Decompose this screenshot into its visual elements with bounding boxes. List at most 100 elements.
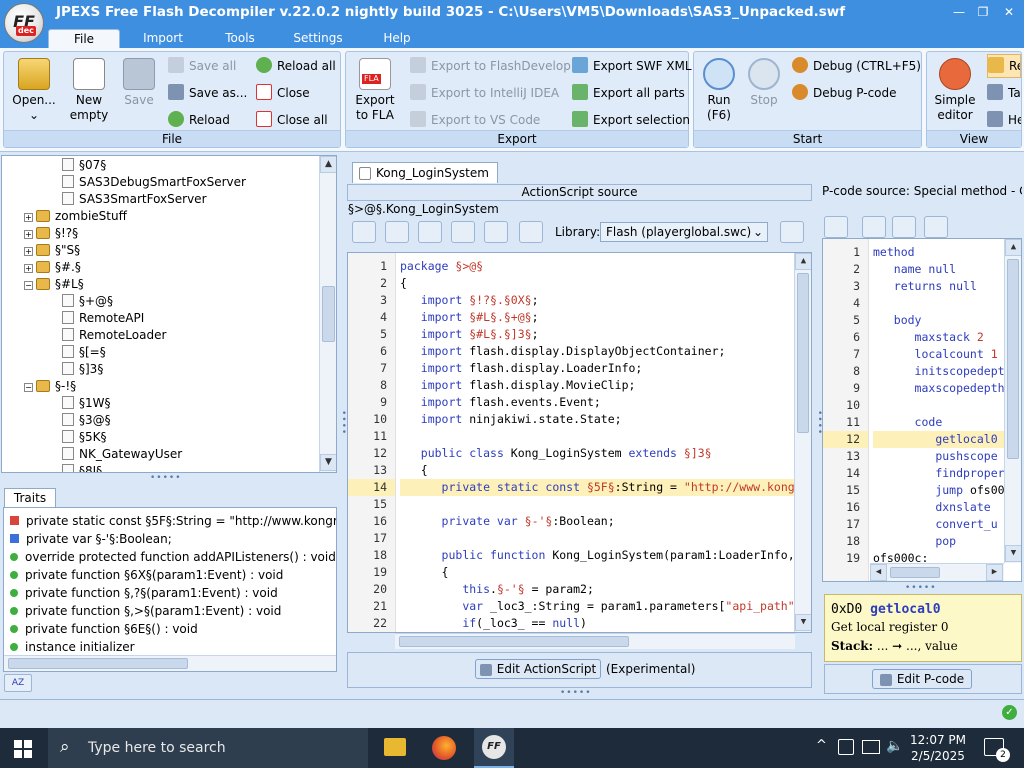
tree-item[interactable]: §07§ xyxy=(62,157,106,174)
code-line[interactable] xyxy=(400,496,794,513)
scroll-down-icon[interactable]: ▼ xyxy=(795,614,811,631)
tree-item[interactable]: §1W§ xyxy=(62,395,111,412)
split-handle-left[interactable]: ••••• xyxy=(150,473,182,483)
code-line[interactable] xyxy=(873,397,1004,414)
view-tag-list-button[interactable]: Ta xyxy=(987,83,1021,103)
close-file-button[interactable]: Close xyxy=(256,83,310,103)
trait-item[interactable]: override protected function addAPIListen… xyxy=(10,548,336,566)
tree-item[interactable]: − §-!§ xyxy=(24,378,76,395)
trait-item[interactable]: instance initializer xyxy=(10,638,135,656)
firefox-icon[interactable] xyxy=(432,736,456,760)
chevron-up-icon[interactable]: ^ xyxy=(816,738,827,753)
tree-item[interactable]: + §"S§ xyxy=(24,242,80,259)
volume-muted-icon[interactable]: 🔈 xyxy=(886,738,903,754)
tab-traits[interactable]: Traits xyxy=(4,488,56,508)
pcode-hscroll-thumb[interactable] xyxy=(890,567,940,578)
debug-pcode-button[interactable]: Debug P-code xyxy=(792,83,897,103)
tree-item[interactable]: SAS3SmartFoxServer xyxy=(62,191,207,208)
code-line[interactable]: pop xyxy=(873,533,1004,550)
code-line[interactable]: convert_u xyxy=(873,516,1004,533)
new-empty-button[interactable]: New empty xyxy=(64,58,114,123)
deff-push-icon[interactable] xyxy=(862,216,886,238)
save-as-button[interactable]: Save as... xyxy=(168,83,247,103)
trait-item[interactable]: private static const §5F§:String = "http… xyxy=(10,512,336,530)
export-all-parts-button[interactable]: Export all parts xyxy=(572,83,685,103)
code-line[interactable]: maxscopedepth xyxy=(873,380,1004,397)
tree-item[interactable]: + §!?§ xyxy=(24,225,78,242)
code-line[interactable]: pushscope xyxy=(873,448,1004,465)
debug-button[interactable]: Debug (CTRL+F5) xyxy=(792,56,921,76)
clock[interactable]: 12:07 PM 2/5/2025 xyxy=(906,732,970,764)
code-line[interactable]: localcount 1 xyxy=(873,346,1004,363)
tree-item[interactable]: §8I§ xyxy=(62,463,102,472)
traits-hscroll[interactable] xyxy=(4,655,336,671)
pcode-code[interactable]: method name null returns null body maxst… xyxy=(870,239,1004,563)
code-line[interactable]: code xyxy=(873,414,1004,431)
tree-item[interactable]: + §#.§ xyxy=(24,259,81,276)
tree-scroll-thumb[interactable] xyxy=(322,286,335,342)
reload-all-button[interactable]: Reload all xyxy=(256,56,336,76)
code-line[interactable]: var _loc3_:String = param1.parameters["a… xyxy=(400,598,794,615)
expand-icon[interactable]: + xyxy=(24,247,33,256)
code-line[interactable]: { xyxy=(400,462,794,479)
network-icon[interactable] xyxy=(862,740,880,754)
scroll-down-icon[interactable]: ▼ xyxy=(1005,545,1021,562)
code-line[interactable]: name null xyxy=(873,261,1004,278)
graph-icon[interactable] xyxy=(484,221,508,243)
actionscript-editor[interactable]: 1 2 3 4 5 6 7 8 9 10 11 12 13 14 15 16 17 18 19 20 21 22 pack… xyxy=(347,252,812,633)
code-line[interactable]: package §>@§ xyxy=(400,258,794,275)
tree-vscroll[interactable]: ▲ ▼ xyxy=(319,156,336,472)
code-line[interactable]: { xyxy=(400,564,794,581)
code-line[interactable]: maxstack 2 xyxy=(873,329,1004,346)
tree-item[interactable]: + zombieStuff xyxy=(24,208,127,225)
minimize-button[interactable]: — xyxy=(948,3,970,21)
simple-editor-button[interactable]: Simple editor xyxy=(929,58,981,123)
close-button[interactable]: ✕ xyxy=(998,3,1020,21)
code-line[interactable]: import §#L§.§+@§; xyxy=(400,309,794,326)
security-icon[interactable] xyxy=(838,739,854,755)
code-line[interactable]: import §#L§.§]3§; xyxy=(400,326,794,343)
tab-help[interactable]: Help xyxy=(370,29,424,48)
trait-item[interactable]: private function §,?§(param1:Event) : vo… xyxy=(10,584,278,602)
pcode-hex-icon[interactable] xyxy=(824,216,848,238)
pcode-vscroll[interactable]: ▲ ▼ xyxy=(1004,239,1021,563)
code-line[interactable]: this.§-'§ = param2; xyxy=(400,581,794,598)
expand-icon[interactable]: + xyxy=(24,230,33,239)
code-line[interactable]: import flash.display.DisplayObjectContai… xyxy=(400,343,794,360)
editor-tab-kong-loginsystem[interactable]: Kong_LoginSystem xyxy=(352,162,498,183)
tree-item[interactable]: NK_GatewayUser xyxy=(62,446,182,463)
tree-item[interactable]: §+@§ xyxy=(62,293,113,310)
export-fla-button[interactable]: FLA Export to FLA xyxy=(350,58,400,123)
tree-item[interactable]: §]3§ xyxy=(62,361,103,378)
edit-actionscript-button[interactable]: Edit ActionScript xyxy=(475,659,601,679)
export-flashdevelop-button[interactable]: Export to FlashDevelop xyxy=(410,56,571,76)
deobfuscate-icon[interactable] xyxy=(352,221,376,243)
export-selection-button[interactable]: Export selection xyxy=(572,110,690,130)
code-line[interactable]: method xyxy=(873,244,1004,261)
export-intellij-button[interactable]: Export to IntelliJ IDEA xyxy=(410,83,559,103)
tab-tools[interactable]: Tools xyxy=(212,29,268,48)
scroll-left-icon[interactable]: ◀ xyxy=(870,564,887,581)
list-icon[interactable] xyxy=(519,221,543,243)
editor-vscroll[interactable]: ▲ ▼ xyxy=(794,253,811,632)
code-line[interactable]: initscopedept xyxy=(873,363,1004,380)
scroll-right-icon[interactable]: ▶ xyxy=(986,564,1003,581)
code-line[interactable]: jump ofs00 xyxy=(873,482,1004,499)
export-file-icon[interactable] xyxy=(418,221,442,243)
run-button[interactable]: Run (F6) xyxy=(696,58,742,123)
collapse-icon[interactable]: − xyxy=(24,281,33,290)
code-line[interactable] xyxy=(873,295,1004,312)
tab-file[interactable]: File xyxy=(48,29,120,48)
code-line[interactable] xyxy=(400,530,794,547)
save-all-button[interactable]: Save all xyxy=(168,56,236,76)
pcode-scroll-thumb[interactable] xyxy=(1007,259,1019,459)
file-explorer-icon[interactable] xyxy=(384,738,406,756)
tree-item[interactable]: §3@§ xyxy=(62,412,111,429)
tab-settings[interactable]: Settings xyxy=(284,29,352,48)
code-line[interactable]: getlocal0 xyxy=(873,431,1004,448)
scroll-down-icon[interactable]: ▼ xyxy=(320,454,336,471)
tree-item[interactable]: §[=§ xyxy=(62,344,106,361)
pcode-graph-icon[interactable] xyxy=(892,216,916,238)
expand-icon[interactable]: + xyxy=(24,213,33,222)
view-hex-button[interactable]: He xyxy=(987,110,1021,130)
